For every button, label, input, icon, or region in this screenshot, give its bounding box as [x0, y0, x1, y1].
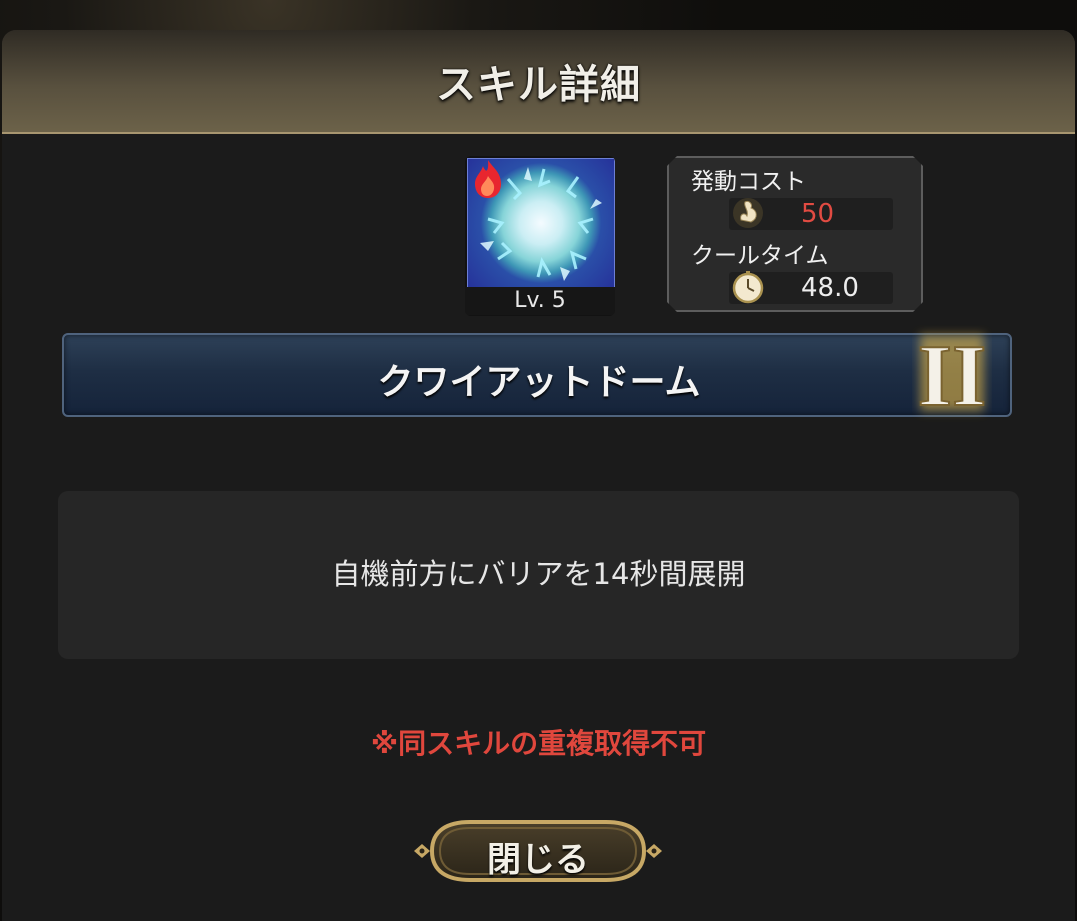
- cost-label: 発動コスト: [691, 169, 806, 195]
- cooldown-value: 48.0: [801, 273, 859, 303]
- stats-panel: 発動コスト 50 クールタイム 48.0: [667, 156, 923, 312]
- swan-icon: [731, 196, 765, 230]
- rank-numeral: II: [918, 328, 987, 423]
- rank-badge: II: [912, 325, 992, 426]
- cooldown-row: 48.0: [729, 272, 893, 304]
- close-button[interactable]: 閉じる: [410, 816, 666, 886]
- cooldown-label: クールタイム: [691, 243, 829, 269]
- fire-icon: [475, 160, 501, 198]
- warning-note: ※同スキルの重複取得不可: [370, 727, 707, 760]
- cost-row: 50: [729, 198, 893, 230]
- skill-description: 自機前方にバリアを14秒間展開: [331, 557, 746, 591]
- skill-name-bar: クワイアットドーム: [62, 333, 1012, 417]
- description-box: 自機前方にバリアを14秒間展開: [58, 491, 1019, 659]
- skill-level: Lv. 5: [465, 287, 615, 315]
- dialog-title: スキル詳細: [436, 62, 641, 108]
- skill-icon-frame: Lv. 5: [465, 156, 615, 316]
- skill-name: クワイアットドーム: [377, 362, 701, 403]
- close-button-label: 閉じる: [487, 840, 589, 880]
- cost-value: 50: [801, 199, 835, 229]
- dialog-header: スキル詳細: [2, 30, 1075, 134]
- clock-icon: [731, 270, 765, 304]
